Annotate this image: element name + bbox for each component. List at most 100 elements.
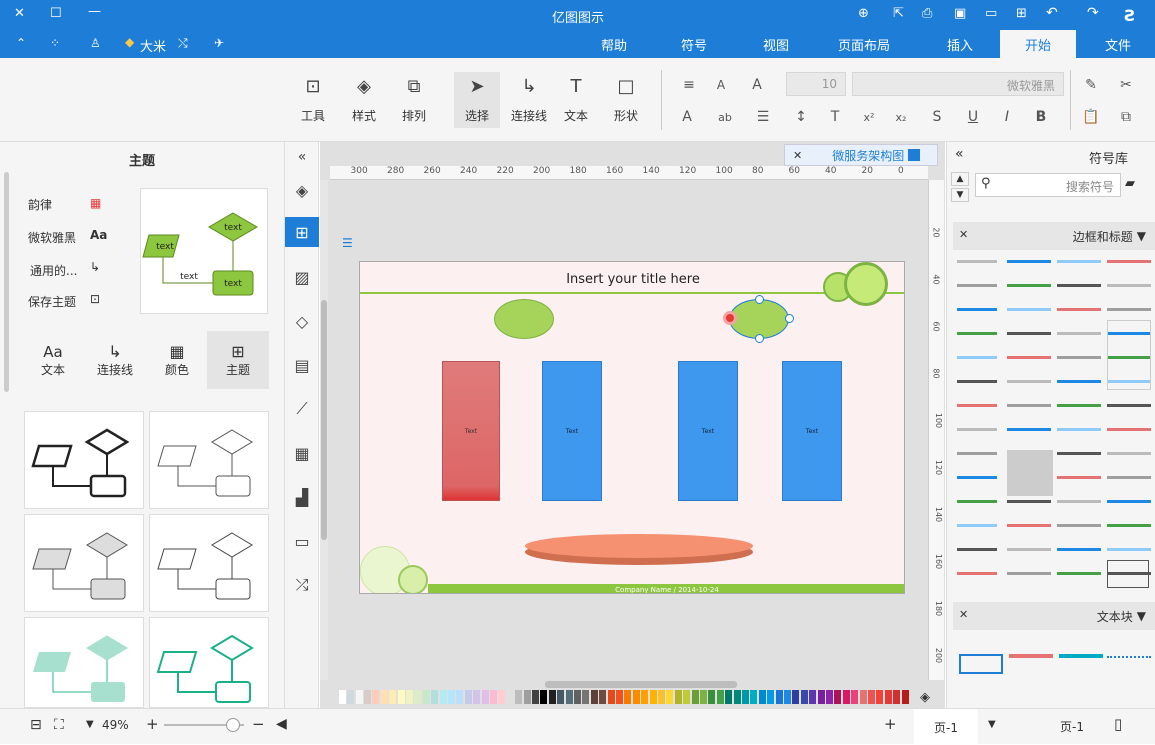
symbol-item[interactable] [957, 404, 997, 407]
minimize-icon[interactable]: — [88, 4, 101, 19]
cut-icon[interactable]: ✂ [1115, 74, 1137, 96]
color-swatch[interactable] [800, 690, 808, 704]
page-dropdown[interactable]: 页-1 [1060, 718, 1084, 735]
color-swatch[interactable] [389, 690, 397, 704]
shape-button[interactable]: □ 形状 [603, 72, 649, 128]
section-borders-titles[interactable]: 边框和标题 ▼ [953, 222, 1155, 250]
color-swatch[interactable] [859, 690, 867, 704]
color-swatch[interactable] [834, 690, 842, 704]
color-swatch[interactable] [532, 690, 539, 704]
tab-insert[interactable]: 插入 [922, 30, 998, 58]
bold-icon[interactable]: B [1030, 106, 1052, 128]
section-text-blocks[interactable]: 文本块 ▼ [953, 602, 1155, 630]
color-swatch[interactable] [674, 690, 682, 704]
symbol-item[interactable] [1107, 428, 1151, 431]
color-swatch[interactable] [422, 690, 430, 704]
symbol-item[interactable] [957, 260, 997, 263]
font-color-icon[interactable]: A [676, 106, 698, 128]
symbol-item[interactable] [1007, 260, 1051, 263]
symbol-item[interactable] [1057, 524, 1101, 527]
color-swatch[interactable] [884, 690, 892, 704]
symbol-item[interactable] [1057, 500, 1101, 503]
selection-handle[interactable] [755, 295, 764, 304]
font-grow-icon[interactable]: A [746, 74, 768, 96]
symbol-item[interactable] [1107, 452, 1151, 455]
tab-file[interactable]: 文件 [1080, 30, 1155, 58]
color-swatch[interactable] [338, 690, 346, 704]
tab-help[interactable]: 帮助 [576, 30, 652, 58]
text-case-icon[interactable]: ab [714, 106, 736, 128]
symbol-item[interactable] [1107, 476, 1151, 479]
puzzle-icon[interactable]: ▟ [285, 482, 319, 512]
symbol-item[interactable] [1057, 572, 1101, 575]
symbol-item[interactable] [1007, 548, 1051, 551]
color-swatch[interactable] [364, 690, 371, 704]
color-swatch[interactable] [733, 690, 741, 704]
selected-symbol[interactable] [1007, 450, 1053, 496]
symbol-item[interactable] [1107, 284, 1151, 287]
tab-symbols[interactable]: 符号 [656, 30, 732, 58]
rotation-handle[interactable] [723, 311, 737, 325]
color-swatch[interactable] [691, 690, 699, 704]
italic-icon[interactable]: I [996, 106, 1018, 128]
zoom-in-icon[interactable]: + [146, 715, 159, 733]
style-button[interactable]: ◈ 样式 [341, 72, 387, 128]
open-icon[interactable]: ▭ [985, 6, 997, 21]
ellipse-shape[interactable] [494, 299, 554, 339]
symbol-item[interactable] [1057, 404, 1101, 407]
comment-icon[interactable]: ▭ [285, 526, 319, 556]
arrange-button[interactable]: ⧉ 排列 [391, 72, 437, 128]
save-icon[interactable]: ▣ [954, 6, 966, 21]
symbol-item[interactable] [1007, 308, 1051, 311]
scrollbar[interactable] [4, 172, 9, 392]
toolbar-qa-icon[interactable]: ⊕ [858, 6, 869, 21]
library-icon[interactable]: ▰ [1125, 176, 1135, 191]
color-swatch[interactable] [481, 690, 489, 704]
symbol-item[interactable] [1107, 404, 1151, 407]
dropdown-arrow-icon[interactable]: ▼ [988, 719, 996, 730]
symbol-search-input[interactable]: 搜索符号 [975, 173, 1121, 197]
symbol-item[interactable] [1007, 332, 1051, 335]
symbol-item[interactable] [957, 332, 997, 335]
fill-none-icon[interactable]: ◈ [920, 690, 930, 705]
color-swatch[interactable] [641, 690, 649, 704]
user-name[interactable]: 大米 [140, 36, 166, 55]
dropdown-arrow-icon[interactable]: ▼ [86, 719, 94, 730]
symbol-item[interactable] [1107, 308, 1151, 311]
symbol-item[interactable] [1057, 452, 1101, 455]
color-swatch[interactable] [658, 690, 665, 704]
color-swatch[interactable] [406, 690, 413, 704]
text-block-symbol[interactable] [1059, 654, 1103, 674]
color-swatch[interactable] [784, 690, 791, 704]
color-swatch[interactable] [548, 690, 556, 704]
window-controls[interactable]: ✕ [0, 0, 50, 30]
symbol-item[interactable] [1057, 284, 1101, 287]
color-swatch[interactable] [632, 690, 640, 704]
undo-icon[interactable]: ↶ [1046, 5, 1058, 21]
selected-ellipse-shape[interactable] [729, 299, 789, 339]
close-tab-icon[interactable]: ✕ [793, 149, 802, 162]
new-icon[interactable]: ⊞ [1016, 6, 1027, 21]
color-swatch[interactable] [666, 690, 674, 704]
color-swatch[interactable] [758, 690, 766, 704]
theme-thumbnail[interactable] [149, 514, 269, 612]
color-swatch[interactable] [414, 690, 422, 704]
line-spacing-icon[interactable]: ↕ [790, 106, 812, 128]
search-icon[interactable]: ⚲ [981, 176, 991, 191]
maximize-icon[interactable]: ☐ [50, 6, 62, 21]
tab-color[interactable]: ▦ 颜色 [146, 331, 208, 389]
color-swatch[interactable] [515, 690, 523, 704]
symbol-item[interactable] [1057, 548, 1101, 551]
color-swatch[interactable] [716, 690, 724, 704]
blue-box-shape[interactable]: Text [542, 361, 602, 501]
symbol-item[interactable] [1057, 260, 1101, 263]
color-swatch[interactable] [876, 690, 884, 704]
color-swatch[interactable] [775, 690, 783, 704]
symbol-item[interactable] [1007, 356, 1051, 359]
symbol-item[interactable] [957, 476, 997, 479]
symbol-item[interactable] [1057, 428, 1101, 431]
color-swatch[interactable] [355, 690, 363, 704]
color-swatch[interactable] [624, 690, 632, 704]
diagram-page[interactable]: Insert your title here Text Text Text Te… [359, 261, 905, 594]
subscript-icon[interactable]: x₂ [890, 106, 912, 128]
